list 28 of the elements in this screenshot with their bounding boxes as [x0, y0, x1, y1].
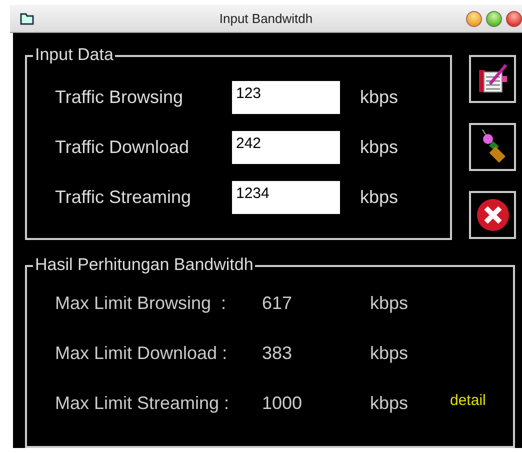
unit-label: kbps — [370, 292, 410, 315]
group-title: Input Data — [33, 45, 116, 65]
detail-link[interactable]: detail — [450, 390, 486, 412]
field-label: Traffic Browsing — [55, 86, 184, 109]
clear-button[interactable] — [469, 123, 516, 171]
error-icon — [474, 197, 510, 233]
result-value: 617 — [262, 292, 294, 314]
unit-label: kbps — [360, 186, 398, 209]
maximize-button[interactable] — [486, 11, 502, 27]
input-field[interactable]: 1234 — [232, 181, 340, 214]
result-label: Max Limit Streaming : — [55, 392, 230, 415]
result-label: Max Limit Download : — [55, 342, 228, 364]
unit-label: kbps — [360, 86, 398, 109]
edit-button[interactable] — [469, 55, 516, 103]
input-field[interactable]: 123 — [232, 81, 340, 114]
unit-label: kbps — [370, 392, 410, 415]
group-title: Hasil Perhitungan Bandwitdh — [33, 255, 256, 275]
result-label: Max Limit Browsing : — [55, 292, 228, 315]
window-icon — [20, 13, 34, 25]
field-label: Traffic Streaming — [55, 186, 192, 209]
field-label: Traffic Download — [55, 136, 190, 159]
result-value: 383 — [262, 342, 294, 364]
input-field[interactable]: 242 — [232, 131, 340, 164]
unit-label: kbps — [370, 342, 410, 365]
minimize-button[interactable] — [466, 11, 482, 27]
unit-label: kbps — [360, 136, 398, 159]
result-value: 1000 — [262, 392, 304, 414]
window-title: Input Bandwitdh — [219, 10, 313, 28]
